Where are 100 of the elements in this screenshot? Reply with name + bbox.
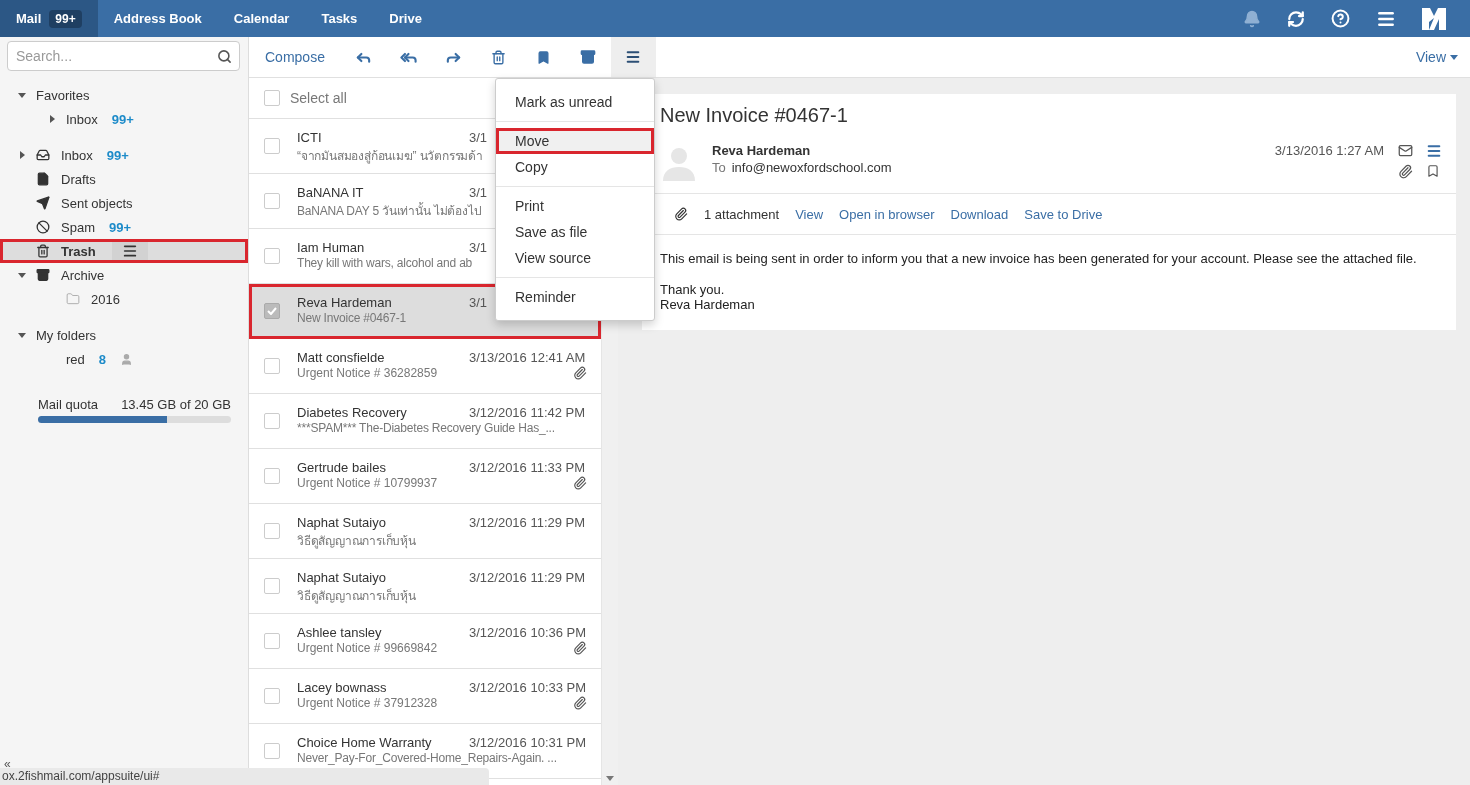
folder-item[interactable]: Favorites	[0, 83, 248, 107]
blocked-icon	[36, 220, 50, 234]
sender-name: Diabetes Recovery	[297, 405, 408, 421]
message-checkbox[interactable]	[264, 248, 280, 264]
link-url-tooltip: ox.2fishmail.com/appsuite/ui#	[0, 768, 489, 785]
menu-item[interactable]: Move	[496, 128, 654, 154]
collapsed-arrow-icon[interactable]	[18, 151, 26, 159]
attachment-link[interactable]: View	[795, 206, 824, 222]
expanded-arrow-icon[interactable]	[18, 331, 26, 339]
collapsed-arrow-icon[interactable]	[48, 115, 56, 123]
message-checkbox[interactable]	[264, 303, 280, 319]
message-date: 3/13/2016 1:27 AM	[1274, 143, 1384, 160]
select-all-checkbox[interactable]	[264, 90, 280, 106]
unread-count: 99+	[111, 111, 134, 127]
menu-icon	[121, 243, 138, 259]
body-text: Reva Hardeman	[660, 297, 756, 312]
message-checkbox[interactable]	[264, 358, 280, 374]
attachment-link[interactable]: Save to Drive	[1024, 206, 1103, 222]
message-date: 3/12/2016 11:29 PM	[469, 515, 586, 531]
expanded-arrow-icon[interactable]	[18, 91, 26, 99]
checkmark-icon	[267, 307, 277, 315]
message-date: 3/12/2016 10:36 PM	[469, 625, 587, 641]
message-subject: Urgent Notice # 36282859	[297, 366, 438, 382]
message-subject: Urgent Notice # 10799937	[297, 476, 438, 492]
message-checkbox[interactable]	[264, 468, 280, 484]
folder-item[interactable]: Drafts	[0, 167, 248, 191]
folder-item[interactable]: Sent objects	[0, 191, 248, 215]
folder-item[interactable]: red 8	[0, 347, 248, 371]
folder-menu-button[interactable]	[111, 239, 148, 263]
message-checkbox[interactable]	[264, 138, 280, 154]
select-all-label: Select all	[290, 90, 347, 106]
message-checkbox[interactable]	[264, 688, 280, 704]
collapse-button[interactable]: «	[4, 757, 11, 771]
paperclip-icon	[573, 476, 587, 490]
message-date: 3/12/2016 11:29 PM	[469, 570, 586, 586]
folder-item[interactable]: 2016	[0, 287, 248, 311]
sender-name: Choice Home Warranty	[297, 735, 433, 751]
message-checkbox[interactable]	[264, 193, 280, 209]
message-subject: BaNANA DAY 5 วันเท่านั้น ไม่ต้องไป	[297, 201, 482, 217]
paper-plane-icon	[36, 196, 50, 210]
sender-name: Iam Human	[297, 240, 366, 256]
message-checkbox[interactable]	[264, 743, 280, 759]
message-date: 3/1	[469, 130, 488, 146]
message-subject: “จากมันสมองสู่ก้อนเมฆ” นวัตกรรมด้า	[297, 148, 483, 162]
more-button[interactable]	[610, 37, 656, 77]
sender-name: Naphat Sutaiyo	[297, 515, 387, 531]
folder-item[interactable]: Archive	[0, 263, 248, 287]
message-checkbox[interactable]	[264, 523, 280, 539]
message-date: 3/1	[469, 295, 488, 311]
attachment-link[interactable]: Download	[950, 206, 1009, 222]
file-icon	[36, 172, 50, 186]
bookmark-icon[interactable]	[1426, 163, 1440, 178]
sender-name: Reva Hardeman	[712, 143, 812, 158]
bookmark-icon	[535, 49, 551, 65]
attachment-link[interactable]: Open in browser	[839, 206, 935, 222]
message-checkbox[interactable]	[264, 633, 280, 649]
search-field[interactable]: Search...	[7, 41, 240, 71]
sender-name: Reva Hardeman	[297, 295, 393, 311]
folder-item[interactable]: Trash	[0, 239, 248, 263]
attachment-count: 1 attachment	[704, 206, 780, 222]
caret-icon	[1450, 54, 1458, 60]
folder-item[interactable]: Spam 99+	[0, 215, 248, 239]
body-text: Thank you.	[660, 282, 726, 297]
message-date: 3/13/2016 12:41 AM	[469, 350, 586, 366]
refresh-icon[interactable]	[1287, 9, 1305, 28]
app-tab[interactable]: Tasks	[305, 0, 374, 37]
sender-name: Ashlee tansley	[297, 625, 383, 641]
archive-icon	[580, 49, 597, 65]
unread-badge: 99+	[49, 9, 82, 28]
message-checkbox[interactable]	[264, 578, 280, 594]
message-subject: วิธีดูสัญญาณการเก็บหุ้น	[297, 587, 416, 602]
compose-button[interactable]: Compose	[249, 49, 341, 65]
menu-item[interactable]: Mark as unread	[496, 89, 654, 115]
folder-item[interactable]: Inbox 99+	[0, 143, 248, 167]
message-checkbox[interactable]	[264, 413, 280, 429]
help-icon[interactable]	[1331, 9, 1350, 28]
quota-value: 13.45 GB of 20 GB	[121, 397, 231, 412]
menu-icon[interactable]	[1426, 143, 1442, 159]
inbox-icon	[36, 148, 50, 162]
folder-item[interactable]: My folders	[0, 323, 248, 347]
envelope-icon[interactable]	[1398, 143, 1413, 158]
sender-name: Naphat Sutaiyo	[297, 570, 387, 586]
unread-count: 99+	[106, 147, 129, 163]
view-button[interactable]: View	[1415, 49, 1458, 65]
scroll-down-icon[interactable]	[606, 776, 614, 781]
app-tab[interactable]: Mail 99+	[0, 0, 98, 37]
app-tab[interactable]: Calendar	[217, 0, 306, 37]
app-tab[interactable]: Drive	[373, 0, 438, 37]
app-tab[interactable]: Address Book	[97, 0, 218, 37]
expanded-arrow-icon[interactable]	[18, 271, 26, 279]
search-icon[interactable]	[217, 49, 232, 64]
sender-name: Lacey bownass	[297, 680, 388, 696]
message-date: 3/12/2016 11:42 PM	[469, 405, 586, 421]
folder-item[interactable]: Inbox 99+	[0, 107, 248, 131]
logo-icon	[1422, 7, 1446, 30]
message-subject: ***SPAM*** The-Diabetes Recovery Guide Has_...	[297, 421, 555, 437]
folder-icon	[66, 292, 80, 306]
message-date: 3/12/2016 11:33 PM	[469, 460, 586, 476]
trash-icon	[36, 244, 50, 258]
message-subject: They kill with wars, alcohol and ab	[297, 256, 473, 272]
